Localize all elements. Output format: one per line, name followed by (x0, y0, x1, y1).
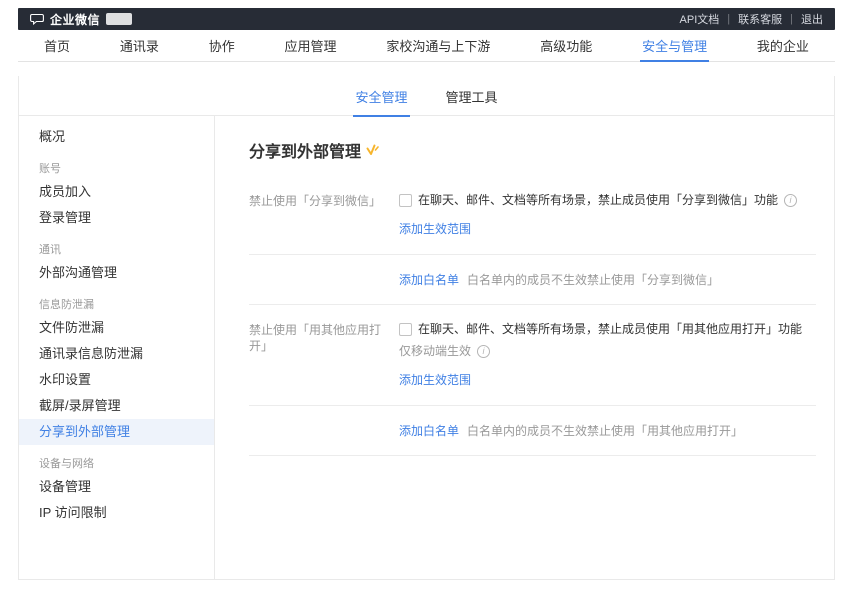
setting-label: 禁止使用「用其他应用打开」 (249, 321, 399, 354)
setting-open-with-other-apps: 禁止使用「用其他应用打开」 在聊天、邮件、文档等所有场景，禁止成员使用「用其他应… (249, 321, 816, 456)
sidebar-item-ip-restriction[interactable]: IP 访问限制 (19, 500, 214, 526)
sidebar-item-member-join[interactable]: 成员加入 (19, 179, 214, 205)
sidebar-item-contacts-leak[interactable]: 通讯录信息防泄漏 (19, 341, 214, 367)
logo-badge (106, 13, 132, 25)
page: 企业微信 API文档 | 联系客服 | 退出 首页 通讯录 协作 应用管理 家校… (0, 0, 853, 580)
sidebar-item-login-management[interactable]: 登录管理 (19, 205, 214, 231)
separator: | (727, 13, 730, 25)
tab-management-tools[interactable]: 管理工具 (444, 76, 500, 117)
nav-home[interactable]: 首页 (42, 30, 72, 62)
nav-app-management[interactable]: 应用管理 (283, 30, 339, 62)
forbid-share-wechat-checkbox[interactable] (399, 194, 412, 207)
tab-security-management[interactable]: 安全管理 (353, 76, 409, 117)
main-content: 分享到外部管理 禁止使用「分享到微信」 (215, 116, 834, 579)
divider (249, 254, 816, 255)
content-container: 安全管理 管理工具 概况 账号 成员加入 登录管理 通讯 外部沟通管理 信息防泄… (18, 76, 835, 580)
info-icon[interactable]: i (784, 194, 797, 207)
secondary-tabs: 安全管理 管理工具 (19, 76, 834, 116)
sidebar-item-screenshot-mgmt[interactable]: 截屏/录屏管理 (19, 393, 214, 419)
add-scope-link[interactable]: 添加生效范围 (399, 220, 471, 237)
checkbox-label: 在聊天、邮件、文档等所有场景，禁止成员使用「用其他应用打开」功能 (418, 321, 802, 337)
forbid-open-other-apps-checkbox[interactable] (399, 323, 412, 336)
nav-collaboration[interactable]: 协作 (207, 30, 237, 62)
separator: | (790, 13, 793, 25)
divider (249, 304, 816, 305)
sidebar-section-leak-prevention: 信息防泄漏 (19, 295, 214, 315)
sidebar-item-share-external[interactable]: 分享到外部管理 (19, 419, 214, 445)
setting-share-to-wechat: 禁止使用「分享到微信」 在聊天、邮件、文档等所有场景，禁止成员使用「分享到微信」… (249, 192, 816, 305)
sidebar-section-communication: 通讯 (19, 240, 214, 260)
sidebar-section-device-network: 设备与网络 (19, 454, 214, 474)
whitelist-desc: 白名单内的成员不生效禁止使用「用其他应用打开」 (467, 422, 743, 439)
checkbox-note: 仅移动端生效 (399, 343, 471, 359)
add-whitelist-link[interactable]: 添加白名单 (399, 271, 459, 288)
info-icon[interactable]: i (477, 345, 490, 358)
wework-logo-icon (30, 13, 44, 25)
page-title-text: 分享到外部管理 (249, 138, 361, 162)
nav-contacts[interactable]: 通讯录 (118, 30, 161, 62)
nav-advanced-features[interactable]: 高级功能 (538, 30, 594, 62)
whitelist-desc: 白名单内的成员不生效禁止使用「分享到微信」 (467, 271, 719, 288)
sparkle-icon (366, 144, 379, 156)
nav-school-upstream[interactable]: 家校沟通与上下游 (384, 30, 492, 62)
topbar: 企业微信 API文档 | 联系客服 | 退出 (18, 8, 835, 30)
add-scope-link[interactable]: 添加生效范围 (399, 371, 471, 388)
brand: 企业微信 (30, 11, 132, 28)
sidebar-item-overview[interactable]: 概况 (19, 124, 214, 150)
topbar-links: API文档 | 联系客服 | 退出 (680, 11, 823, 27)
api-docs-link[interactable]: API文档 (680, 11, 720, 27)
contact-support-link[interactable]: 联系客服 (738, 11, 782, 27)
sidebar-section-account: 账号 (19, 159, 214, 179)
container-body: 概况 账号 成员加入 登录管理 通讯 外部沟通管理 信息防泄漏 文件防泄漏 通讯… (19, 116, 834, 579)
divider (249, 455, 816, 456)
sidebar-item-device-management[interactable]: 设备管理 (19, 474, 214, 500)
sidebar: 概况 账号 成员加入 登录管理 通讯 外部沟通管理 信息防泄漏 文件防泄漏 通讯… (19, 116, 215, 579)
add-whitelist-link[interactable]: 添加白名单 (399, 422, 459, 439)
nav-security-management[interactable]: 安全与管理 (640, 30, 709, 62)
logout-link[interactable]: 退出 (801, 11, 823, 27)
sidebar-item-external-comm[interactable]: 外部沟通管理 (19, 260, 214, 286)
sidebar-item-file-leak[interactable]: 文件防泄漏 (19, 315, 214, 341)
setting-label: 禁止使用「分享到微信」 (249, 192, 399, 209)
checkbox-label: 在聊天、邮件、文档等所有场景，禁止成员使用「分享到微信」功能 (418, 192, 778, 208)
divider (249, 405, 816, 406)
page-title: 分享到外部管理 (249, 138, 816, 162)
sidebar-item-watermark[interactable]: 水印设置 (19, 367, 214, 393)
main-nav: 首页 通讯录 协作 应用管理 家校沟通与上下游 高级功能 安全与管理 我的企业 (18, 30, 835, 62)
app-title: 企业微信 (50, 11, 100, 28)
nav-my-company[interactable]: 我的企业 (755, 30, 811, 62)
